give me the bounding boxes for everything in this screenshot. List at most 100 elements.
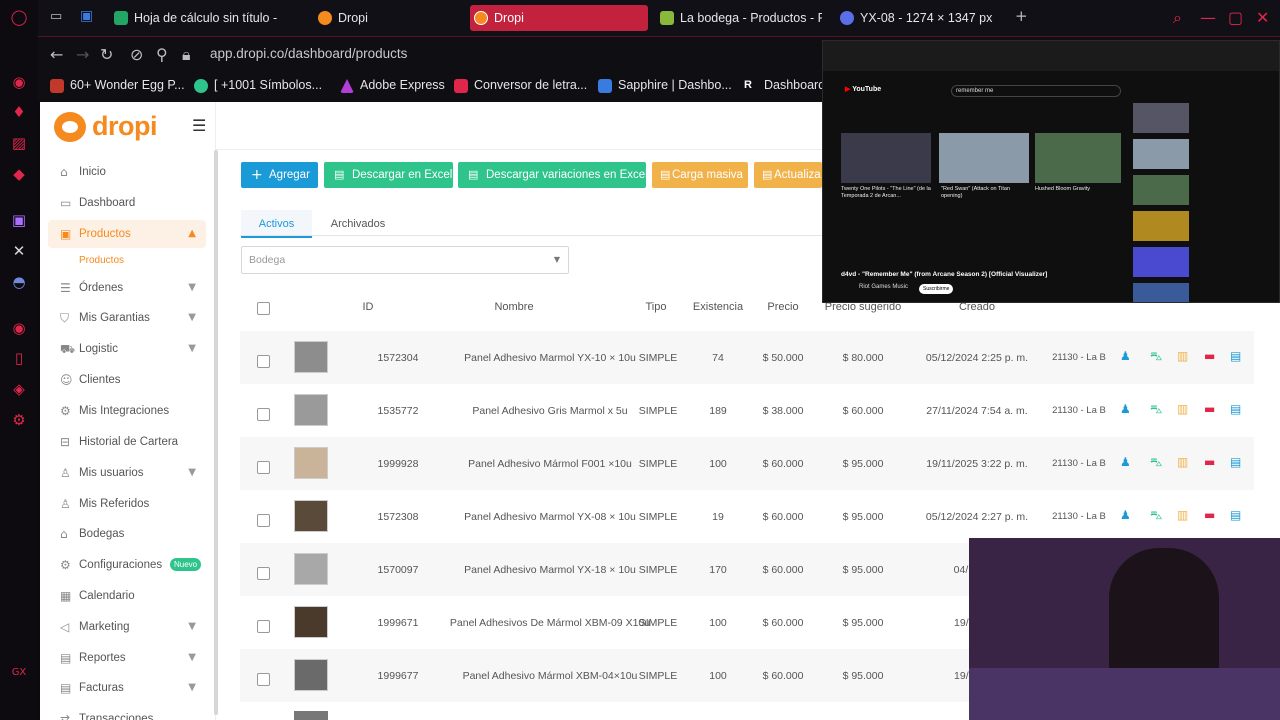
notes-icon[interactable]: ▯ <box>9 348 29 368</box>
sidebar-item-home[interactable]: ⌂ Inicio <box>48 158 206 186</box>
search-tabs-icon[interactable]: ⌕ <box>1173 8 1182 28</box>
close-window-icon[interactable]: ✕ <box>1256 8 1269 27</box>
video-thumbnail[interactable] <box>841 133 931 183</box>
gx-store-icon[interactable]: ◆ <box>9 164 29 184</box>
tab-activos[interactable]: Activos <box>241 210 312 238</box>
minimize-icon[interactable]: — <box>1200 8 1216 27</box>
lock-icon[interactable]: 🔒︎ <box>182 45 191 65</box>
bookmark-sapphire[interactable]: Sapphire | Dashbo... <box>598 78 732 93</box>
archive-icon[interactable]: ▬ <box>1204 349 1215 363</box>
sidebar-item-warranty[interactable]: ⛉ Mis Garantias ▼ <box>48 304 206 332</box>
row-checkbox[interactable] <box>257 514 270 527</box>
reload-icon[interactable]: ↻ <box>100 45 113 64</box>
x-icon[interactable]: ✕ <box>9 241 29 261</box>
youtube-overlay[interactable]: ▶ YouTube remember me Twenty One Pilots … <box>822 40 1280 303</box>
sidebar-item-referrals[interactable]: ♙ Mis Referidos <box>48 490 206 518</box>
assign-user-icon[interactable]: ♟ <box>1120 508 1131 522</box>
gx-corner-icon[interactable]: ▨ <box>9 133 29 153</box>
header-stock[interactable]: Existencia <box>688 301 748 313</box>
document-icon[interactable]: ▤ <box>1230 508 1241 522</box>
archive-icon[interactable]: ▬ <box>1204 455 1215 469</box>
document-icon[interactable]: ▤ <box>1230 455 1241 469</box>
archive-icon[interactable]: ▬ <box>1204 402 1215 416</box>
youtube-search-input[interactable]: remember me <box>951 85 1121 97</box>
cart-icon[interactable]: ⛍ <box>1150 508 1162 524</box>
url-field[interactable]: app.dropi.co/dashboard/products <box>210 46 407 61</box>
tab-image[interactable]: YX-08 - 1274 × 1347 px <box>836 5 1006 31</box>
tab-la-bodega[interactable]: La bodega - Productos - Pe <box>656 5 822 31</box>
bookmark-conversor[interactable]: Conversor de letra... <box>454 78 587 93</box>
sidebar-item-invoice[interactable]: ▤ Facturas ▼ <box>48 674 206 702</box>
sidebar-item-users[interactable]: ♙ Mis usuarios ▼ <box>48 459 206 487</box>
video-thumbnail[interactable] <box>939 133 1029 183</box>
maximize-icon[interactable]: ▢ <box>1228 8 1243 27</box>
header-id[interactable]: ID <box>353 301 383 313</box>
sidebar-item-clients[interactable]: ☺ Clientes <box>48 366 206 394</box>
sidebar-item-megaphone[interactable]: ◁ Marketing ▼ <box>48 613 206 641</box>
site-settings-icon[interactable]: ⚲ <box>156 45 168 64</box>
row-checkbox[interactable] <box>257 567 270 580</box>
row-checkbox[interactable] <box>257 673 270 686</box>
sidebar-video-thumbnail[interactable] <box>1133 283 1189 302</box>
sidebar-item-warehouse[interactable]: ⌂ Bodegas <box>48 520 206 548</box>
stats-icon[interactable]: ▥ <box>1177 349 1188 363</box>
video-title[interactable]: Hushed Bloom Gravity <box>1035 186 1121 193</box>
assign-user-icon[interactable]: ♟ <box>1120 349 1131 363</box>
cart-icon[interactable]: ⛍ <box>1150 349 1162 365</box>
cart-icon[interactable]: ⛍ <box>1150 455 1162 471</box>
tab-workspace-icon[interactable]: ▭ <box>50 9 62 24</box>
sidebar-item-dashboard[interactable]: ▭ Dashboard <box>48 189 206 217</box>
sidebar-item-truck[interactable]: ⛟ Logistic ▼ <box>48 335 206 363</box>
stats-icon[interactable]: ▥ <box>1177 455 1188 469</box>
document-icon[interactable]: ▤ <box>1230 349 1241 363</box>
opera-logo-icon[interactable]: ◯ <box>9 7 29 27</box>
forward-icon[interactable]: → <box>76 45 89 64</box>
tab-archivados[interactable]: Archivados <box>320 210 396 238</box>
sidebar-item-transactions[interactable]: ⇄ Transacciones <box>48 705 206 720</box>
header-price[interactable]: Precio <box>758 301 808 313</box>
sidebar-item-settings[interactable]: ⚙ Configuraciones Nuevo <box>48 551 206 579</box>
assign-user-icon[interactable]: ♟ <box>1120 455 1131 469</box>
gx-control-icon[interactable]: ◉ <box>9 72 29 92</box>
tab-sheets[interactable]: Hoja de cálculo sin título - <box>110 5 310 31</box>
sidebar-item-wallet[interactable]: ⊟ Historial de Cartera <box>48 428 206 456</box>
sidebar-item-integrations[interactable]: ⚙ Mis Integraciones <box>48 397 206 425</box>
extensions-icon[interactable]: ◈ <box>9 379 29 399</box>
table-row[interactable]: 1999928 Panel Adhesivo Mármol F001 ×10u SI… <box>240 437 1254 490</box>
bulk-upload-button[interactable]: ▤ Carga masiva <box>652 162 748 188</box>
warehouse-select[interactable]: Bodega ▼ <box>241 246 569 274</box>
tab-dropi-1[interactable]: Dropi <box>314 5 464 31</box>
add-button[interactable]: + Agregar <box>241 162 318 188</box>
table-row[interactable]: 1572304 Panel Adhesivo Marmol YX-10 × 10u… <box>240 331 1254 384</box>
bookmark-wonder-egg[interactable]: 60+ Wonder Egg P... <box>50 78 185 93</box>
sidebar-video-thumbnail[interactable] <box>1133 247 1189 277</box>
stats-icon[interactable]: ▥ <box>1177 402 1188 416</box>
discord-icon[interactable]: ◓ <box>9 272 29 292</box>
channel-name[interactable]: Riot Games Music <box>859 284 908 290</box>
archive-icon[interactable]: ▬ <box>1204 508 1215 522</box>
bookmark-simbolos[interactable]: [ +1001 Símbolos... <box>194 78 322 93</box>
twitch-icon[interactable]: ▣ <box>9 210 29 230</box>
header-type[interactable]: Tipo <box>636 301 676 313</box>
sidebar-scrollbar[interactable] <box>214 150 218 715</box>
tab-pinned-icon[interactable]: ▣ <box>80 8 93 24</box>
table-row[interactable]: 1535772 Panel Adhesivo Gris Marmol x 5u SI… <box>240 384 1254 437</box>
sidebar-item-calendar[interactable]: ▦ Calendario <box>48 582 206 610</box>
tab-dropi-active[interactable]: Dropi <box>470 5 648 31</box>
back-icon[interactable]: ← <box>50 45 63 64</box>
new-tab-button[interactable]: + <box>1015 7 1028 25</box>
document-icon[interactable]: ▤ <box>1230 402 1241 416</box>
assign-user-icon[interactable]: ♟ <box>1120 402 1131 416</box>
sidebar-video-thumbnail[interactable] <box>1133 211 1189 241</box>
youtube-logo[interactable]: ▶ YouTube <box>845 85 881 93</box>
header-name[interactable]: Nombre <box>464 301 564 313</box>
sidebar-item-reports[interactable]: ▤ Reportes ▼ <box>48 644 206 672</box>
sidebar-video-thumbnail[interactable] <box>1133 103 1189 133</box>
download-variations-button[interactable]: ▤ Descargar variaciones en Excel <box>458 162 646 188</box>
row-checkbox[interactable] <box>257 408 270 421</box>
row-checkbox[interactable] <box>257 355 270 368</box>
subscribe-button[interactable]: Suscribirme <box>919 284 954 294</box>
settings-icon[interactable]: ⚙ <box>9 410 29 430</box>
music-icon[interactable]: ◉ <box>9 318 29 338</box>
sidebar-item-orders[interactable]: ☰ Órdenes ▼ <box>48 274 206 302</box>
